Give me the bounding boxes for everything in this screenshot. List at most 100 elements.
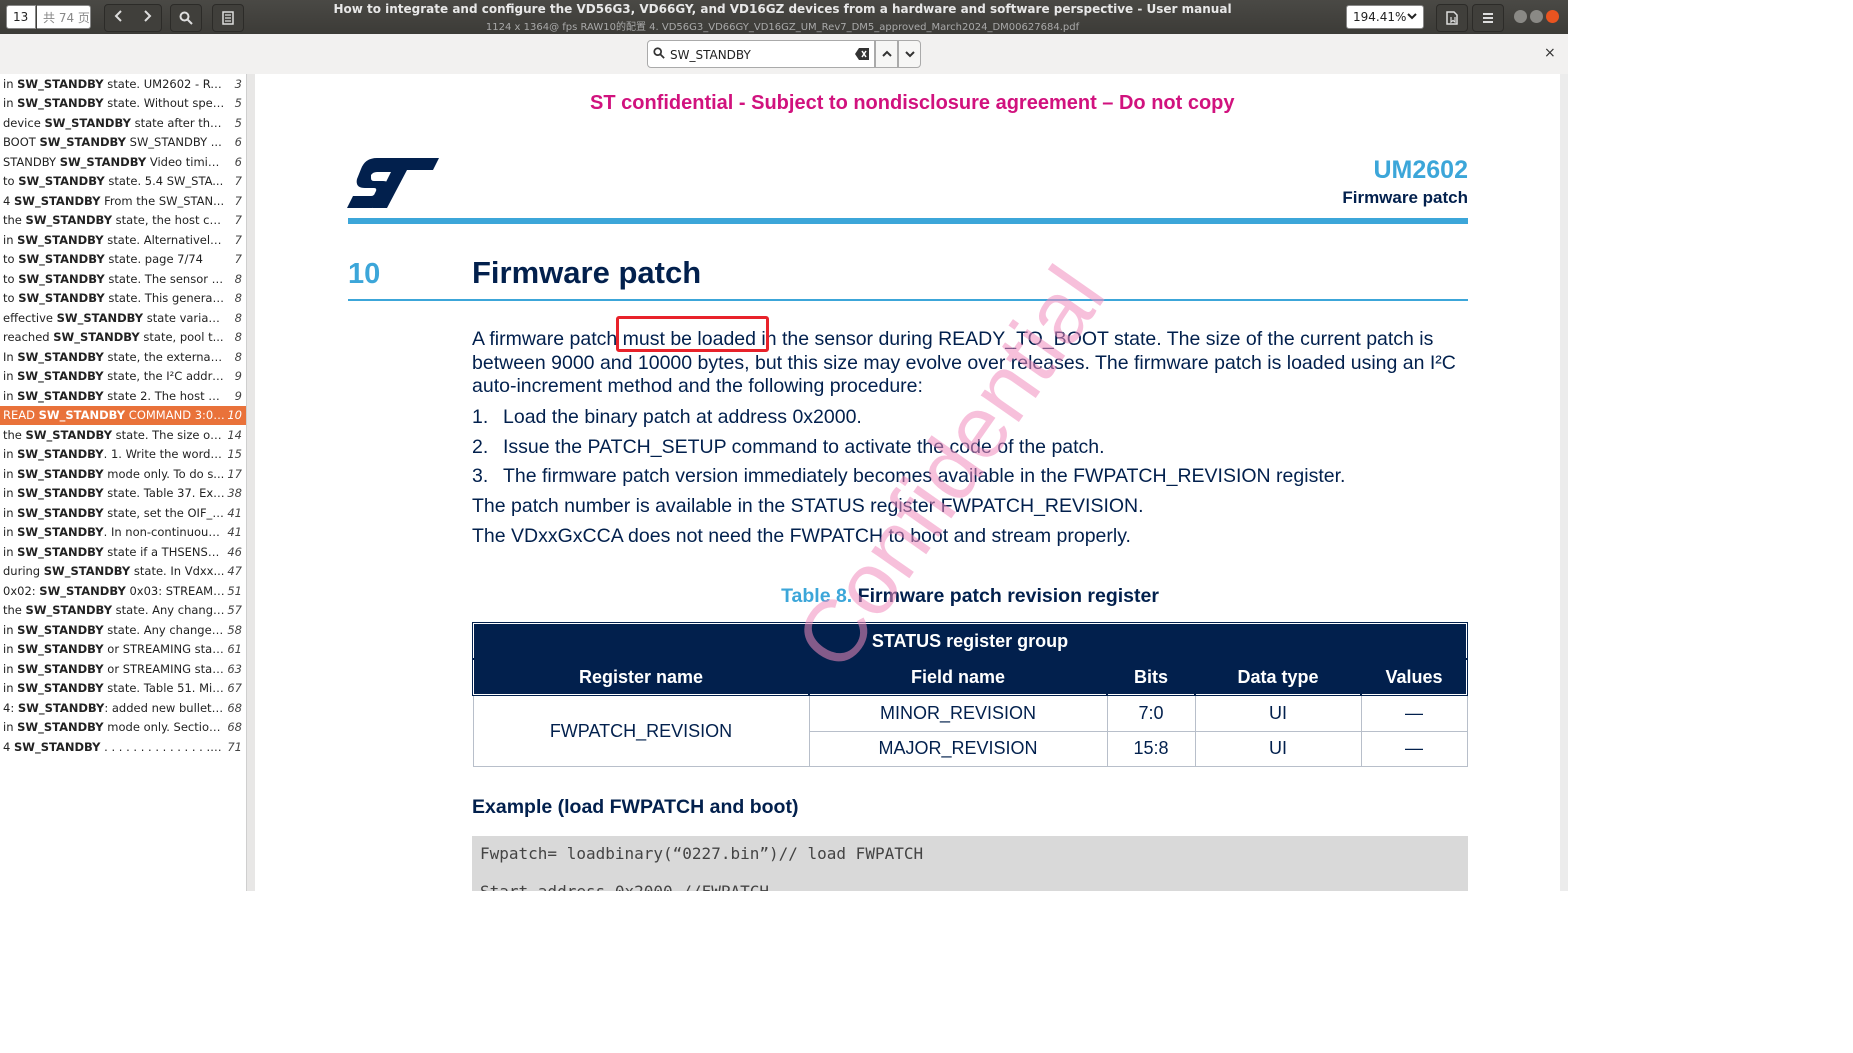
result-match: SW_STANDBY [18, 174, 105, 189]
search-result-item[interactable]: effective SW_STANDBY state variabl... 8 [0, 308, 246, 328]
forward-icon[interactable] [133, 10, 161, 26]
result-context-before: STANDBY [3, 154, 60, 169]
search-result-item[interactable]: to SW_STANDBY state. 5.4 SW_STA... 7 [0, 172, 246, 192]
search-next-button[interactable] [898, 40, 921, 68]
search-result-item[interactable]: 4 SW_STANDBY From the SW_STAN... 7 [0, 191, 246, 211]
search-prev-button[interactable] [875, 40, 898, 68]
result-page-number: 7 [234, 174, 242, 189]
search-result-item[interactable]: STANDBY SW_STANDBY Video timin... 6 [0, 152, 246, 172]
title-bar: 13 共 74 页 How to integrate and configure… [0, 0, 1568, 34]
zoom-select[interactable]: 194.41% [1346, 5, 1424, 29]
close-window-button[interactable] [1546, 10, 1559, 23]
document-number: UM2602 [1373, 156, 1469, 184]
search-result-item[interactable]: the SW_STANDBY state, the host ca... 7 [0, 211, 246, 231]
result-context-before: the [3, 213, 26, 228]
result-context-before: in [3, 525, 18, 540]
result-page-number: 47 [227, 564, 242, 579]
search-result-item[interactable]: 4: SW_STANDBY: added new bullet p... 68 [0, 698, 246, 718]
result-match: SW_STANDBY [17, 622, 104, 637]
search-result-item[interactable]: in SW_STANDBY state, the I²C addre... 9 [0, 367, 246, 387]
search-result-text: effective SW_STANDBY state variabl... [3, 311, 225, 325]
result-match: SW_STANDBY [17, 661, 104, 676]
result-context-after: state. Table 37. Exp... [103, 486, 225, 501]
result-context-after: From the SW_STAN... [100, 193, 225, 208]
search-input[interactable] [668, 45, 852, 65]
search-result-item[interactable]: in SW_STANDBY. In non-continuous ... 41 [0, 523, 246, 543]
result-context-before: BOOT [3, 135, 40, 150]
search-result-item[interactable]: device SW_STANDBY state after the ... 5 [0, 113, 246, 133]
minimize-button[interactable] [1514, 10, 1527, 23]
search-result-item[interactable]: the SW_STANDBY state. The size of ... 14 [0, 425, 246, 445]
result-context-after: state, the I²C addre... [103, 369, 225, 384]
step-number: 1. [472, 406, 489, 428]
back-icon[interactable] [105, 10, 133, 26]
st-logo [347, 158, 439, 208]
search-result-item[interactable]: in SW_STANDBY state. Alternatively... 7 [0, 230, 246, 250]
search-result-item[interactable]: in SW_STANDBY state. Table 51. Mis... 67 [0, 679, 246, 699]
search-result-item[interactable]: 4 SW_STANDBY . . . . . . . . . . . . . .… [0, 737, 246, 757]
result-match: SW_STANDBY [18, 271, 105, 286]
step-number: 3. [472, 465, 489, 487]
search-result-item[interactable]: to SW_STANDBY state. This generat... 8 [0, 289, 246, 309]
search-result-item[interactable]: in SW_STANDBY state if a THSENS_R... 46 [0, 542, 246, 562]
bookmark-button[interactable] [1436, 4, 1468, 32]
result-context-after: state. The sensor fi... [104, 271, 225, 286]
header-rule [348, 218, 1468, 224]
search-result-item[interactable]: in SW_STANDBY state, set the OIF_C... 41 [0, 503, 246, 523]
annotations-button[interactable] [212, 4, 244, 32]
result-page-number: 7 [234, 232, 242, 247]
result-context-before: in [3, 642, 18, 657]
vertical-scrollbar[interactable] [1560, 74, 1568, 891]
result-match: SW_STANDBY [17, 700, 105, 715]
result-match: SW_STANDBY [25, 603, 113, 618]
search-result-item[interactable]: in SW_STANDBY state. Table 37. Exp... 38 [0, 484, 246, 504]
search-result-item[interactable]: reached SW_STANDBY state, pool t... 8 [0, 328, 246, 348]
result-page-number: 3 [234, 76, 242, 91]
result-context-after: state, pool t... [139, 330, 224, 345]
sidebar-divider[interactable] [247, 74, 255, 891]
result-context-after: mode only. Section ... [103, 720, 225, 735]
search-result-item[interactable]: in SW_STANDBY or STREAMING stat... 63 [0, 659, 246, 679]
result-context-after: state. page 7/74 [104, 252, 204, 267]
vdxx-paragraph: The VDxxGxCCA does not need the FWPATCH … [472, 525, 1131, 547]
search-result-text: in SW_STANDBY state. Table 51. Mis... [3, 681, 225, 695]
search-result-text: in SW_STANDBY mode only. Section ... [3, 720, 225, 734]
search-result-item[interactable]: in SW_STANDBY or STREAMING stat... 61 [0, 640, 246, 660]
search-result-item[interactable]: BOOT SW_STANDBY SW_STANDBY ... 6 [0, 133, 246, 153]
result-context-before: effective [3, 310, 57, 325]
result-context-after: state, the external ... [103, 349, 225, 364]
result-match: SW_STANDBY [13, 193, 101, 208]
search-result-item[interactable]: in SW_STANDBY mode only. Section ... 68 [0, 718, 246, 738]
search-button[interactable] [170, 4, 202, 32]
search-result-item[interactable]: the SW_STANDBY state. Any change... 57 [0, 601, 246, 621]
result-match: SW_STANDBY [17, 232, 104, 247]
result-context-before: in [3, 96, 18, 111]
clear-search-icon[interactable] [855, 48, 869, 60]
search-result-item[interactable]: in SW_STANDBY. 1. Write the words ... 15 [0, 445, 246, 465]
data-type-cell: UI [1194, 694, 1362, 732]
search-result-item[interactable]: in SW_STANDBY state. UM2602 - Rev... 3 [0, 74, 246, 94]
search-result-item[interactable]: 0x02: SW_STANDBY 0x03: STREAMI... 51 [0, 581, 246, 601]
maximize-button[interactable] [1530, 10, 1543, 23]
search-result-text: to SW_STANDBY state. page 7/74 [3, 252, 225, 266]
result-context-before: 0x02: [3, 583, 40, 598]
search-result-item[interactable]: in SW_STANDBY state. Without spec... 5 [0, 94, 246, 114]
search-field[interactable] [647, 40, 875, 68]
page-number-input[interactable]: 13 [6, 5, 36, 29]
page-total-label: 共 74 页 [37, 5, 91, 29]
result-match: SW_STANDBY [17, 466, 104, 481]
result-context-after: : added new bullet p... [104, 700, 225, 715]
result-match: SW_STANDBY [53, 330, 140, 345]
search-result-item[interactable]: in SW_STANDBY state 2. The host wr... 9 [0, 386, 246, 406]
search-result-item[interactable]: in SW_STANDBY mode only. To do s... 17 [0, 464, 246, 484]
search-result-item[interactable]: to SW_STANDBY state. page 7/74 7 [0, 250, 246, 270]
result-match: SW_STANDBY [17, 525, 104, 540]
menu-button[interactable] [1472, 4, 1504, 32]
search-result-item[interactable]: to SW_STANDBY state. The sensor fi... 8 [0, 269, 246, 289]
close-search-button[interactable]: × [1544, 45, 1556, 61]
search-result-item[interactable]: READ SW_STANDBY COMMAND 3:0 ... 10 [0, 405, 246, 425]
search-result-item[interactable]: In SW_STANDBY state, the external ... 8 [0, 347, 246, 367]
search-result-item[interactable]: in SW_STANDBY state. Any changes ... 58 [0, 620, 246, 640]
search-result-item[interactable]: during SW_STANDBY state. In Vdxx... 47 [0, 562, 246, 582]
bits-cell: 7:0 [1106, 694, 1196, 732]
